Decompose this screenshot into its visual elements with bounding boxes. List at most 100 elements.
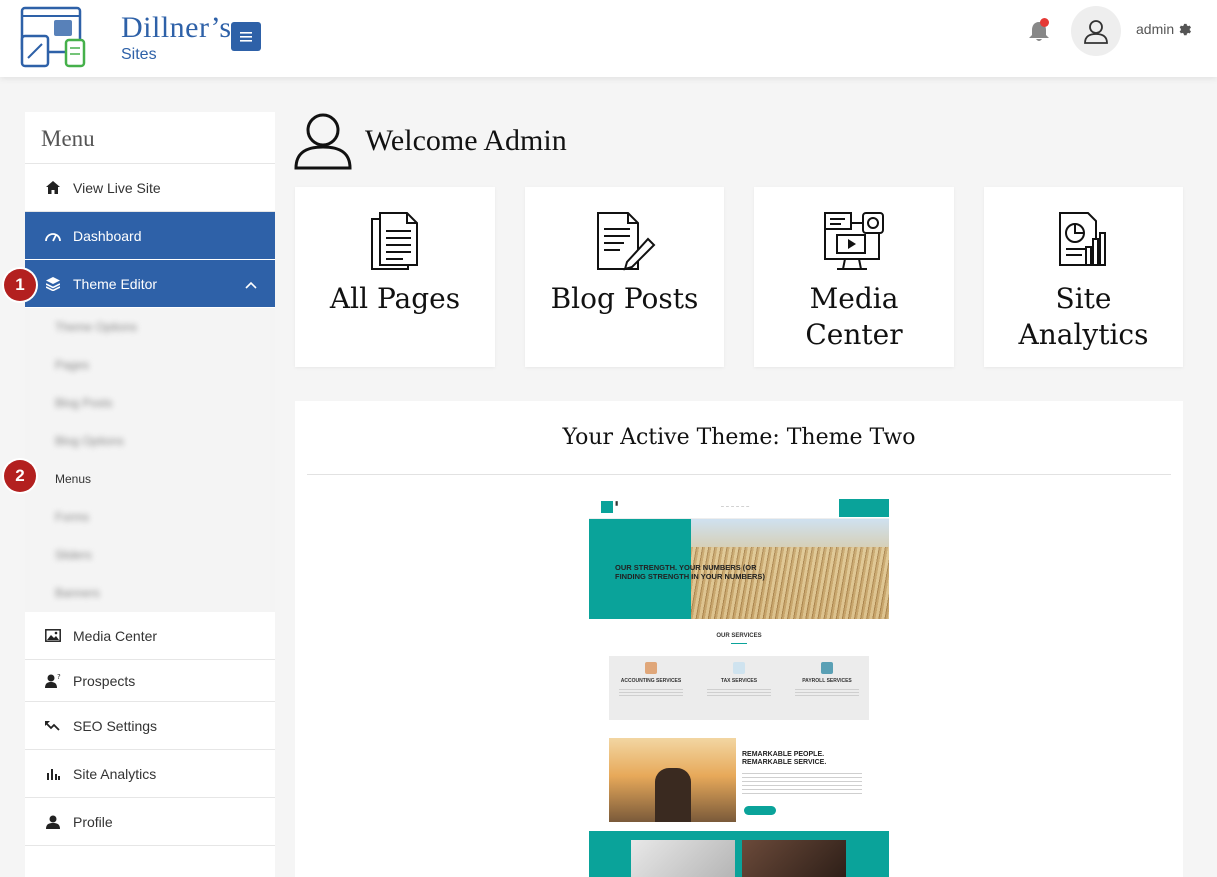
brand-subtitle: Sites — [121, 46, 157, 63]
sidebar-item-media-center[interactable]: Media Center — [25, 612, 275, 660]
submenu-item-blurred[interactable]: Blog Options — [25, 422, 275, 460]
preview-remarkable-line-1: REMARKABLE PEOPLE. — [742, 751, 825, 758]
avatar[interactable] — [1071, 6, 1121, 56]
preview-logo-icon — [601, 501, 613, 513]
user-icon — [45, 814, 61, 830]
preview-service-title: ACCOUNTING SERVICES — [620, 678, 682, 684]
sidebar-item-prospects[interactable]: ? Prospects — [25, 660, 275, 702]
brand-title: Dillner’s — [121, 11, 232, 44]
submenu-item-blurred[interactable]: Blog Posts — [25, 384, 275, 422]
submenu-item-blurred[interactable]: Pages — [25, 346, 275, 384]
preview-services-title: OUR SERVICES — [716, 633, 762, 639]
preview-service: ACCOUNTING SERVICES — [611, 662, 691, 697]
submenu-item-blurred[interactable]: Banners — [25, 574, 275, 612]
preview-services: ACCOUNTING SERVICES TAX SERVICES PAYROLL… — [609, 656, 869, 720]
preview-service-title: PAYROLL SERVICES — [802, 678, 852, 684]
tile-label-line-2: Center — [805, 318, 903, 351]
tile-all-pages[interactable]: All Pages — [295, 187, 495, 367]
preview-cta — [839, 499, 889, 517]
tile-label: All Pages — [329, 282, 461, 315]
trend-icon — [45, 718, 61, 734]
user-outline-icon — [294, 113, 352, 170]
preview-service-text — [795, 689, 859, 697]
sidebar-item-label: Site Analytics — [73, 765, 157, 782]
submenu-item-blurred[interactable]: Sliders — [25, 536, 275, 574]
divider — [307, 474, 1171, 475]
submenu-item-label: Menus — [55, 472, 92, 486]
sidebar-item-label: Theme Editor — [73, 275, 158, 292]
home-icon — [45, 180, 61, 196]
active-theme-card: Your Active Theme: Theme Two ▮ ─ ─ ─ ─ ─… — [295, 401, 1183, 877]
sidebar-item-view-live-site[interactable]: View Live Site — [25, 164, 275, 212]
handshake-icon — [645, 662, 657, 674]
preview-service: PAYROLL SERVICES — [787, 662, 867, 697]
preview-footer-image-1 — [631, 840, 735, 877]
hamburger-icon — [240, 31, 252, 42]
preview-people-photo — [609, 738, 736, 822]
media-monitor-icon — [824, 212, 884, 270]
tile-blog-posts[interactable]: Blog Posts — [525, 187, 724, 367]
analytics-report-icon — [1058, 212, 1106, 266]
tile-media-center[interactable]: Media Center — [754, 187, 954, 367]
page-title: Welcome Admin — [365, 124, 567, 157]
preview-divider — [731, 643, 747, 644]
preview-service-text — [619, 689, 683, 697]
sidebar-item-label: Prospects — [73, 672, 136, 689]
preview-learn-more-button — [744, 806, 776, 815]
user-menu[interactable]: admin — [1136, 21, 1192, 37]
tile-label: Media — [809, 282, 899, 315]
documents-icon — [371, 212, 418, 270]
preview-hero: OUR STRENGTH. YOUR NUMBERS (OR FINDING S… — [589, 519, 889, 619]
person-icon — [821, 662, 833, 674]
notification-dot — [1040, 18, 1049, 27]
submenu-item-blurred[interactable]: Theme Options — [25, 308, 275, 346]
preview-brand: ▮ — [615, 501, 619, 507]
preview-footer-band — [589, 831, 889, 877]
preview-remarkable-text — [742, 773, 862, 795]
document-icon — [733, 662, 745, 674]
tile-label-line-2: Analytics — [1018, 318, 1149, 351]
top-bar: Dillner’s Sites admin — [0, 0, 1217, 77]
sidebar-item-dashboard[interactable]: Dashboard — [25, 212, 275, 260]
theme-title: Your Active Theme: Theme Two — [562, 425, 916, 450]
preview-hero-text: OUR STRENGTH. YOUR NUMBERS (OR FINDING S… — [615, 563, 765, 581]
tile-label: Blog Posts — [550, 282, 699, 315]
sidebar-item-theme-editor[interactable]: Theme Editor — [25, 260, 275, 308]
preview-remarkable-heading: REMARKABLE PEOPLE. REMARKABLE SERVICE. — [742, 751, 826, 767]
bar-chart-icon — [45, 766, 61, 782]
preview-grass — [691, 547, 889, 619]
welcome-header: Welcome Admin — [293, 112, 567, 170]
preview-menu: ─ ─ ─ ─ ─ ─ — [721, 504, 750, 509]
preview-remarkable-line-2: REMARKABLE SERVICE. — [742, 759, 827, 766]
hamburger-menu-button[interactable] — [231, 22, 261, 51]
preview-footer-image-2 — [742, 840, 846, 877]
sidebar-item-site-analytics[interactable]: Site Analytics — [25, 750, 275, 798]
sidebar-item-label: Dashboard — [73, 227, 142, 244]
preview-service-title: TAX SERVICES — [720, 678, 758, 684]
submenu-item-menus[interactable]: Menus — [25, 460, 275, 498]
brand-logo[interactable]: Dillner’s Sites — [20, 6, 231, 68]
gear-icon — [1179, 23, 1192, 35]
preview-navbar: ▮ ─ ─ ─ ─ ─ ─ — [589, 495, 889, 519]
sidebar-item-label: Media Center — [73, 627, 158, 644]
sidebar-item-seo-settings[interactable]: SEO Settings — [25, 702, 275, 750]
sidebar: Menu View Live Site Dashboard Theme Edit… — [25, 112, 275, 877]
document-pen-icon — [596, 212, 655, 271]
preview-service: TAX SERVICES — [699, 662, 779, 697]
tile-label: Site — [1055, 282, 1112, 315]
submenu-item-blurred[interactable]: Forms — [25, 498, 275, 536]
theme-editor-submenu: Theme Options Pages Blog Posts Blog Opti… — [25, 308, 275, 612]
devices-logo-icon — [20, 6, 86, 68]
svg-text:?: ? — [57, 673, 61, 681]
chevron-up-icon[interactable] — [245, 276, 257, 292]
image-icon — [45, 628, 61, 644]
theme-preview-image[interactable]: ▮ ─ ─ ─ ─ ─ ─ OUR STRENGTH. YOUR NUMBERS… — [589, 495, 889, 877]
tile-site-analytics[interactable]: Site Analytics — [984, 187, 1183, 367]
layers-icon — [45, 276, 61, 292]
sidebar-item-label: View Live Site — [73, 179, 161, 196]
user-question-icon: ? — [45, 673, 61, 689]
user-outline-icon — [1084, 20, 1108, 44]
sidebar-item-profile[interactable]: Profile — [25, 798, 275, 846]
user-name: admin — [1136, 21, 1175, 37]
sidebar-item-label: SEO Settings — [73, 717, 158, 734]
